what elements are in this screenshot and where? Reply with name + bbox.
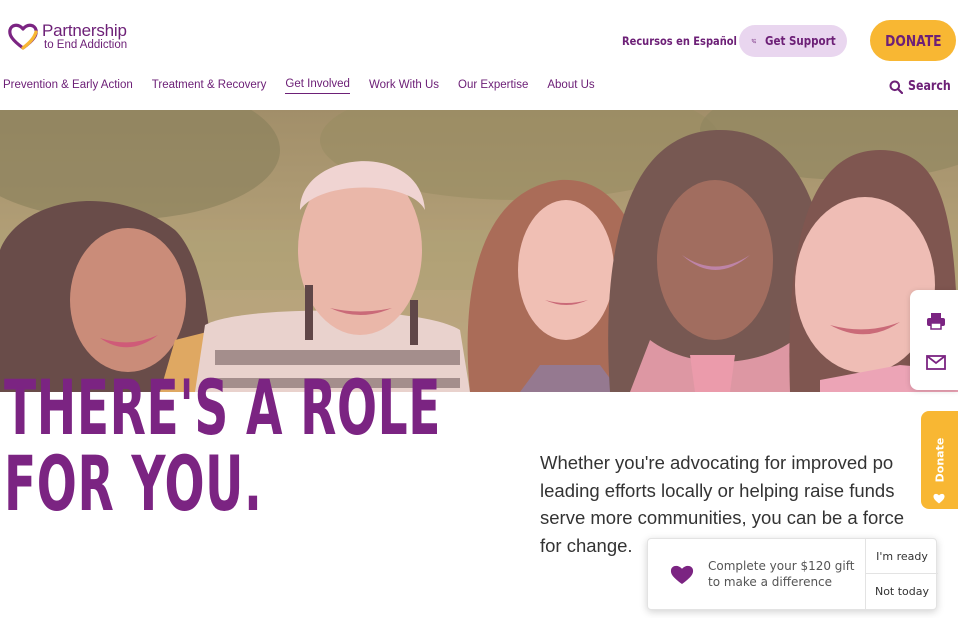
headline-line-1: THERE'S A ROLE — [4, 363, 442, 452]
body-line: serve more communities, you can be a for… — [540, 507, 904, 528]
get-support-label: Get Support — [764, 34, 836, 48]
main-nav: Prevention & Early Action Treatment & Re… — [3, 78, 614, 94]
get-support-button[interactable]: Get Support — [739, 25, 847, 57]
nav-item-our-expertise[interactable]: Our Expertise — [458, 79, 528, 94]
logo-wordmark: Partnership — [42, 21, 127, 40]
body-line: leading efforts locally or helping raise… — [540, 479, 895, 501]
logo-tagline: to End Addiction — [44, 39, 128, 51]
search-button[interactable]: Search — [889, 79, 958, 94]
gift-actions: I'm ready Not today — [865, 539, 938, 609]
donate-button[interactable]: DONATE — [870, 20, 956, 61]
site-logo[interactable]: Partnership to End Addiction — [8, 22, 127, 52]
gift-reminder-popup: Complete your $120 gift to make a differ… — [647, 538, 938, 610]
spanish-resources-link[interactable]: Recursos en Español — [622, 34, 737, 48]
body-line: Whether you're advocating for improved p… — [540, 452, 894, 473]
nav-item-work-with-us[interactable]: Work With Us — [369, 79, 439, 94]
search-icon — [889, 80, 903, 94]
phone-heart-icon — [751, 38, 757, 44]
hero-image — [0, 110, 958, 392]
mail-icon[interactable] — [926, 355, 946, 370]
heart-icon — [933, 493, 945, 504]
nav-item-prevention[interactable]: Prevention & Early Action — [3, 79, 133, 94]
heart-logo-icon — [8, 23, 38, 50]
headline-line-2: FOR YOU. — [4, 439, 263, 528]
im-ready-button[interactable]: I'm ready — [866, 539, 938, 574]
donate-button-label: DONATE — [884, 31, 942, 50]
donate-side-tab[interactable]: Donate — [921, 411, 958, 509]
nav-item-about-us[interactable]: About Us — [547, 79, 594, 94]
nav-item-treatment[interactable]: Treatment & Recovery — [152, 79, 267, 94]
nav-item-get-involved[interactable]: Get Involved — [285, 78, 350, 94]
donate-tab-label: Donate — [933, 437, 947, 483]
hero-headline: THERE'S A ROLE FOR YOU. — [4, 370, 441, 522]
not-today-button[interactable]: Not today — [866, 574, 938, 609]
search-label: Search — [908, 79, 951, 94]
share-tools — [910, 290, 958, 390]
print-icon[interactable] — [926, 312, 946, 330]
gift-message: Complete your $120 gift to make a differ… — [708, 559, 855, 589]
heart-icon — [670, 565, 694, 584]
